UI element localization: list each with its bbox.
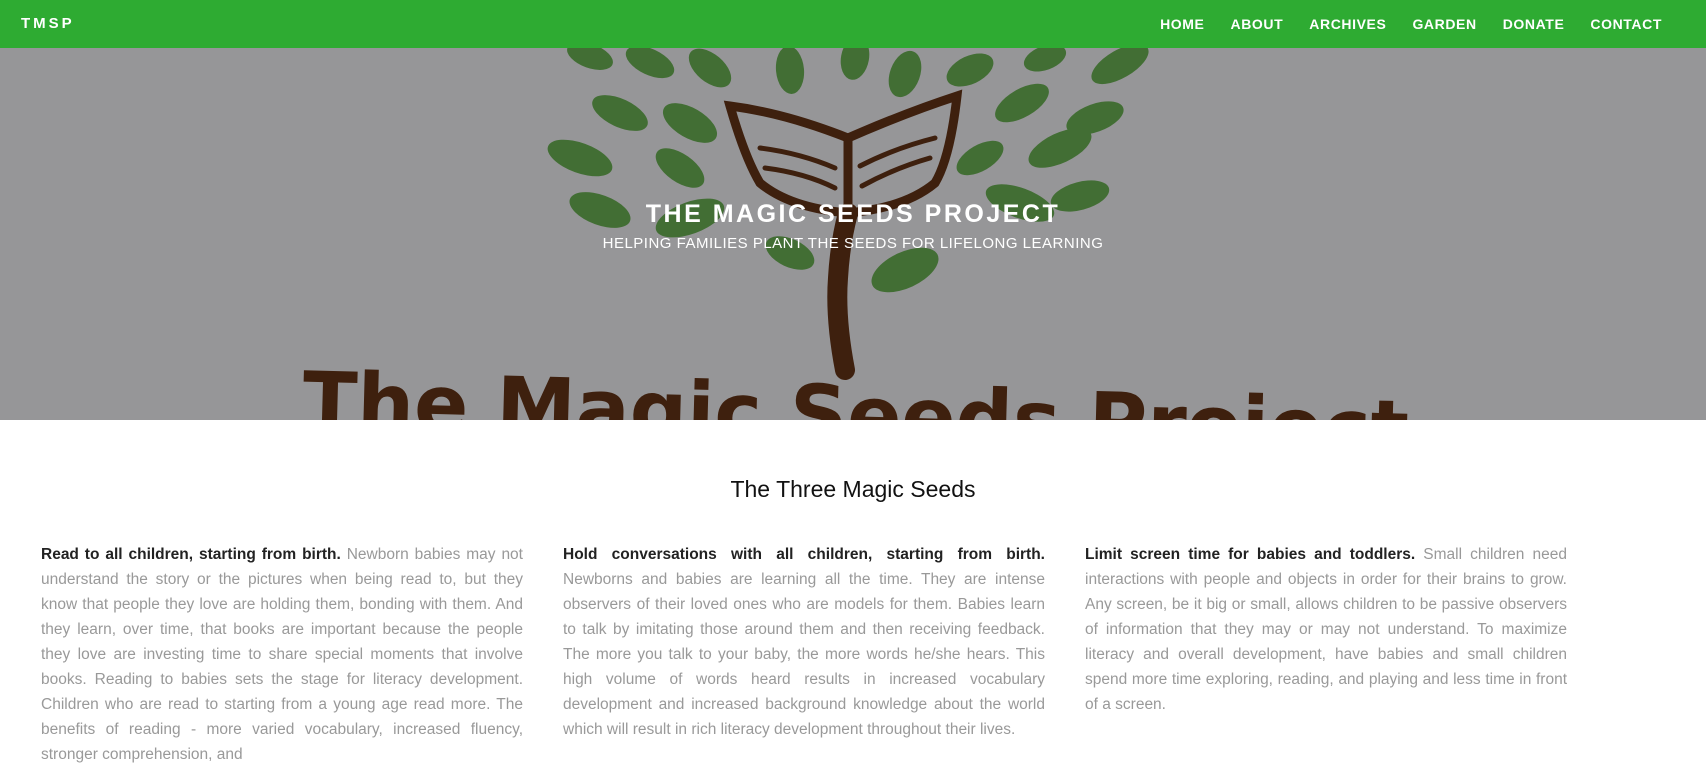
nav-link-donate[interactable]: DONATE bbox=[1503, 16, 1565, 32]
column-lead: Read to all children, starting from birt… bbox=[41, 546, 347, 563]
column-text: Small children need interactions with pe… bbox=[1085, 546, 1567, 713]
column-lead: Hold conversations with all children, st… bbox=[563, 546, 1045, 563]
seed-column-conversation: Hold conversations with all children, st… bbox=[563, 542, 1045, 742]
hero-title: THE MAGIC SEEDS PROJECT bbox=[645, 200, 1061, 228]
hero-subtitle: HELPING FAMILIES PLANT THE SEEDS FOR LIF… bbox=[602, 235, 1104, 252]
nav-link-about[interactable]: ABOUT bbox=[1231, 16, 1284, 32]
hero-logo-text: The Magic Seeds Project bbox=[301, 355, 1410, 420]
top-navbar: TMSP HOME ABOUT ARCHIVES GARDEN DONATE C… bbox=[0, 0, 1706, 48]
nav-link-garden[interactable]: GARDEN bbox=[1412, 16, 1476, 32]
column-text: Newborns and babies are learning all the… bbox=[563, 571, 1045, 738]
section-title: The Three Magic Seeds bbox=[730, 476, 976, 502]
column-lead: Limit screen time for babies and toddler… bbox=[1085, 546, 1424, 563]
seed-column-reading: Read to all children, starting from birt… bbox=[41, 542, 523, 767]
nav-link-home[interactable]: HOME bbox=[1160, 16, 1204, 32]
nav-link-contact[interactable]: CONTACT bbox=[1590, 16, 1662, 32]
tree-logo-icon: The Magic Seeds Project bbox=[301, 48, 1410, 420]
brand-link[interactable]: TMSP bbox=[21, 0, 75, 48]
column-text: Newborn babies may not understand the st… bbox=[41, 546, 523, 763]
hero-banner: The Magic Seeds Project THE MAGIC SEEDS … bbox=[0, 48, 1706, 420]
nav-link-archives[interactable]: ARCHIVES bbox=[1309, 16, 1386, 32]
nav-links: HOME ABOUT ARCHIVES GARDEN DONATE CONTAC… bbox=[1160, 0, 1662, 48]
seed-column-screen-time: Limit screen time for babies and toddler… bbox=[1085, 542, 1567, 717]
